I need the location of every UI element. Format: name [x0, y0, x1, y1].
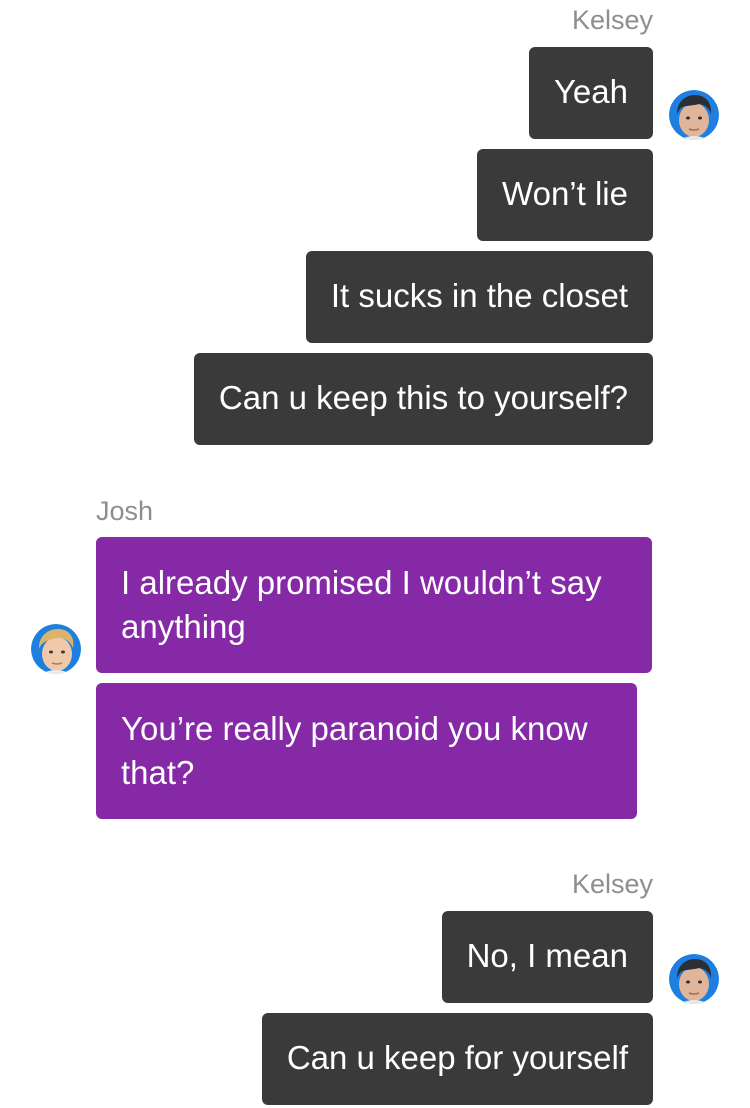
kelsey-avatar-icon[interactable]	[669, 90, 719, 140]
chat-bubble-outgoing[interactable]: Yeah	[528, 47, 653, 139]
sender-name-kelsey: Kelsey	[571, 5, 653, 35]
chat-bubble-incoming[interactable]: You’re really paranoid you know that?	[96, 683, 637, 819]
sender-name-kelsey: Kelsey	[571, 869, 653, 899]
chat-bubble-outgoing[interactable]: Can u keep this to yourself?	[193, 353, 653, 445]
kelsey-avatar-icon[interactable]	[669, 954, 719, 1004]
josh-avatar-icon[interactable]	[31, 624, 81, 674]
chat-bubble-outgoing[interactable]: Can u keep for yourself	[261, 1013, 653, 1105]
chat-bubble-outgoing[interactable]: Won’t lie	[477, 149, 653, 241]
chat-bubble-outgoing[interactable]: It sucks in the closet	[305, 251, 653, 343]
chat-bubble-outgoing[interactable]: No, I mean	[441, 911, 653, 1003]
sender-name-josh: Josh	[96, 496, 154, 526]
chat-bubble-incoming[interactable]: I already promised I wouldn’t say anythi…	[96, 537, 652, 673]
